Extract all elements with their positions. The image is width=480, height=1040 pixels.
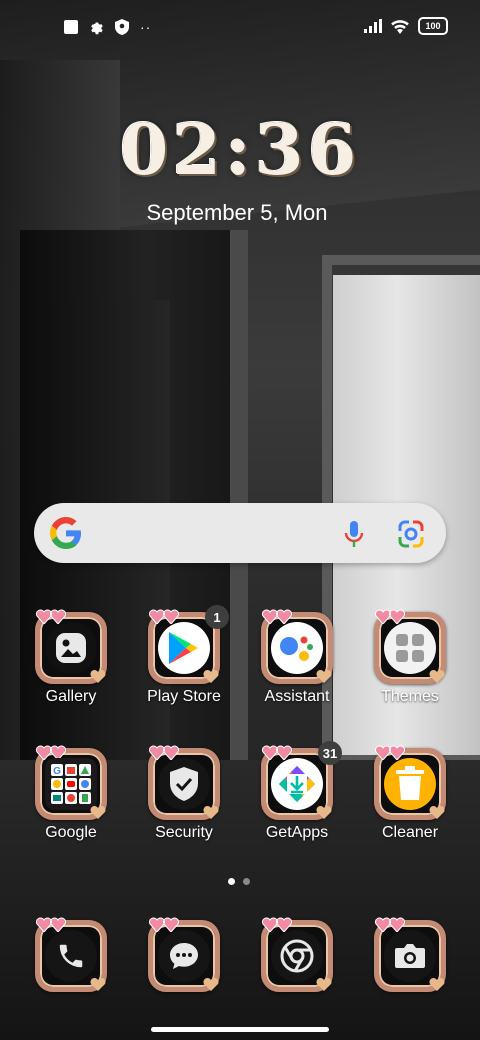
heart-decoration-icon <box>375 745 405 760</box>
app-label: Gallery <box>45 688 97 705</box>
app-frame <box>261 917 333 992</box>
camera-icon <box>384 930 436 982</box>
app-frame <box>374 745 446 820</box>
app-assistant[interactable]: Assistant <box>247 609 347 706</box>
heart-decoration-icon <box>36 917 66 932</box>
status-bar[interactable]: ·· 100 <box>0 0 480 56</box>
app-getapps[interactable]: 31 GetApps <box>247 741 347 842</box>
phone-icon <box>45 930 97 982</box>
themes-icon <box>384 622 436 674</box>
page-indicator[interactable] <box>228 878 250 885</box>
battery-level: 100 <box>425 21 441 31</box>
app-label: Security <box>155 824 213 841</box>
app-frame <box>35 609 107 684</box>
small-heart-icon <box>429 977 445 991</box>
app-frame <box>148 917 220 992</box>
small-heart-icon <box>90 669 106 683</box>
small-heart-icon <box>429 669 445 683</box>
app-frame: 1 <box>148 605 229 684</box>
date-label[interactable]: September 5, Mon <box>0 200 474 226</box>
app-frame <box>261 609 333 684</box>
small-heart-icon <box>203 977 219 991</box>
dock-phone[interactable] <box>21 917 121 992</box>
small-heart-icon <box>316 669 332 683</box>
security-shield-icon <box>158 758 210 810</box>
app-frame <box>148 745 220 820</box>
app-frame: 31 <box>261 741 342 820</box>
gallery-icon <box>45 622 97 674</box>
app-label: Google <box>45 824 97 841</box>
app-label: Assistant <box>264 688 330 705</box>
assistant-icon <box>271 622 323 674</box>
heart-decoration-icon <box>262 745 292 760</box>
heart-decoration-icon <box>149 917 179 932</box>
signal-icon <box>364 19 382 33</box>
play-store-icon <box>158 622 210 674</box>
google-folder-icon: G <box>45 758 97 810</box>
app-frame <box>374 917 446 992</box>
dock-chrome[interactable] <box>247 917 347 992</box>
more-dots-icon: ·· <box>140 19 152 35</box>
app-label: Cleaner <box>381 824 439 841</box>
small-heart-icon <box>429 805 445 819</box>
app-gallery[interactable]: Gallery <box>21 609 121 706</box>
shield-icon <box>114 19 130 35</box>
app-frame: G <box>35 745 107 820</box>
battery-icon: 100 <box>418 17 448 35</box>
app-frame <box>374 609 446 684</box>
small-heart-icon <box>90 805 106 819</box>
heart-decoration-icon <box>375 609 405 624</box>
square-notification-icon <box>64 20 78 34</box>
gear-icon <box>88 19 104 35</box>
heart-decoration-icon <box>375 917 405 932</box>
getapps-icon <box>271 758 323 810</box>
heart-decoration-icon <box>36 609 66 624</box>
page-dot-active[interactable] <box>228 878 235 885</box>
app-security[interactable]: Security <box>134 745 234 842</box>
heart-decoration-icon <box>149 745 179 760</box>
app-label: Play Store <box>147 688 221 705</box>
wifi-icon <box>391 19 409 34</box>
notification-badge: 31 <box>318 741 342 765</box>
heart-decoration-icon <box>262 609 292 624</box>
svg-text:G: G <box>53 766 61 777</box>
dock-camera[interactable] <box>360 917 460 992</box>
page-dot[interactable] <box>243 878 250 885</box>
app-themes[interactable]: Themes <box>360 609 460 706</box>
app-label: GetApps <box>265 824 329 841</box>
mic-icon[interactable] <box>340 519 368 549</box>
google-g-icon <box>50 517 81 549</box>
google-lens-icon[interactable] <box>396 519 426 549</box>
dock-messages[interactable] <box>134 917 234 992</box>
app-google-folder[interactable]: G Google <box>21 745 121 842</box>
messages-icon <box>158 930 210 982</box>
heart-decoration-icon <box>262 917 292 932</box>
status-bar-right: 100 <box>364 17 448 35</box>
status-bar-left: ·· <box>64 19 151 35</box>
small-heart-icon <box>203 805 219 819</box>
google-search-bar[interactable] <box>34 503 446 563</box>
app-cleaner[interactable]: Cleaner <box>360 745 460 842</box>
small-heart-icon <box>90 977 106 991</box>
notification-badge: 1 <box>205 605 229 629</box>
heart-decoration-icon <box>149 609 179 624</box>
chrome-icon <box>271 930 323 982</box>
small-heart-icon <box>203 669 219 683</box>
home-gesture-bar[interactable] <box>151 1027 329 1032</box>
small-heart-icon <box>316 977 332 991</box>
app-label: Themes <box>381 688 439 705</box>
app-frame <box>35 917 107 992</box>
small-heart-icon <box>316 805 332 819</box>
cleaner-trash-icon <box>384 758 436 810</box>
app-play-store[interactable]: 1 Play Store <box>134 605 234 706</box>
clock-widget[interactable]: 02:36 <box>0 108 480 191</box>
